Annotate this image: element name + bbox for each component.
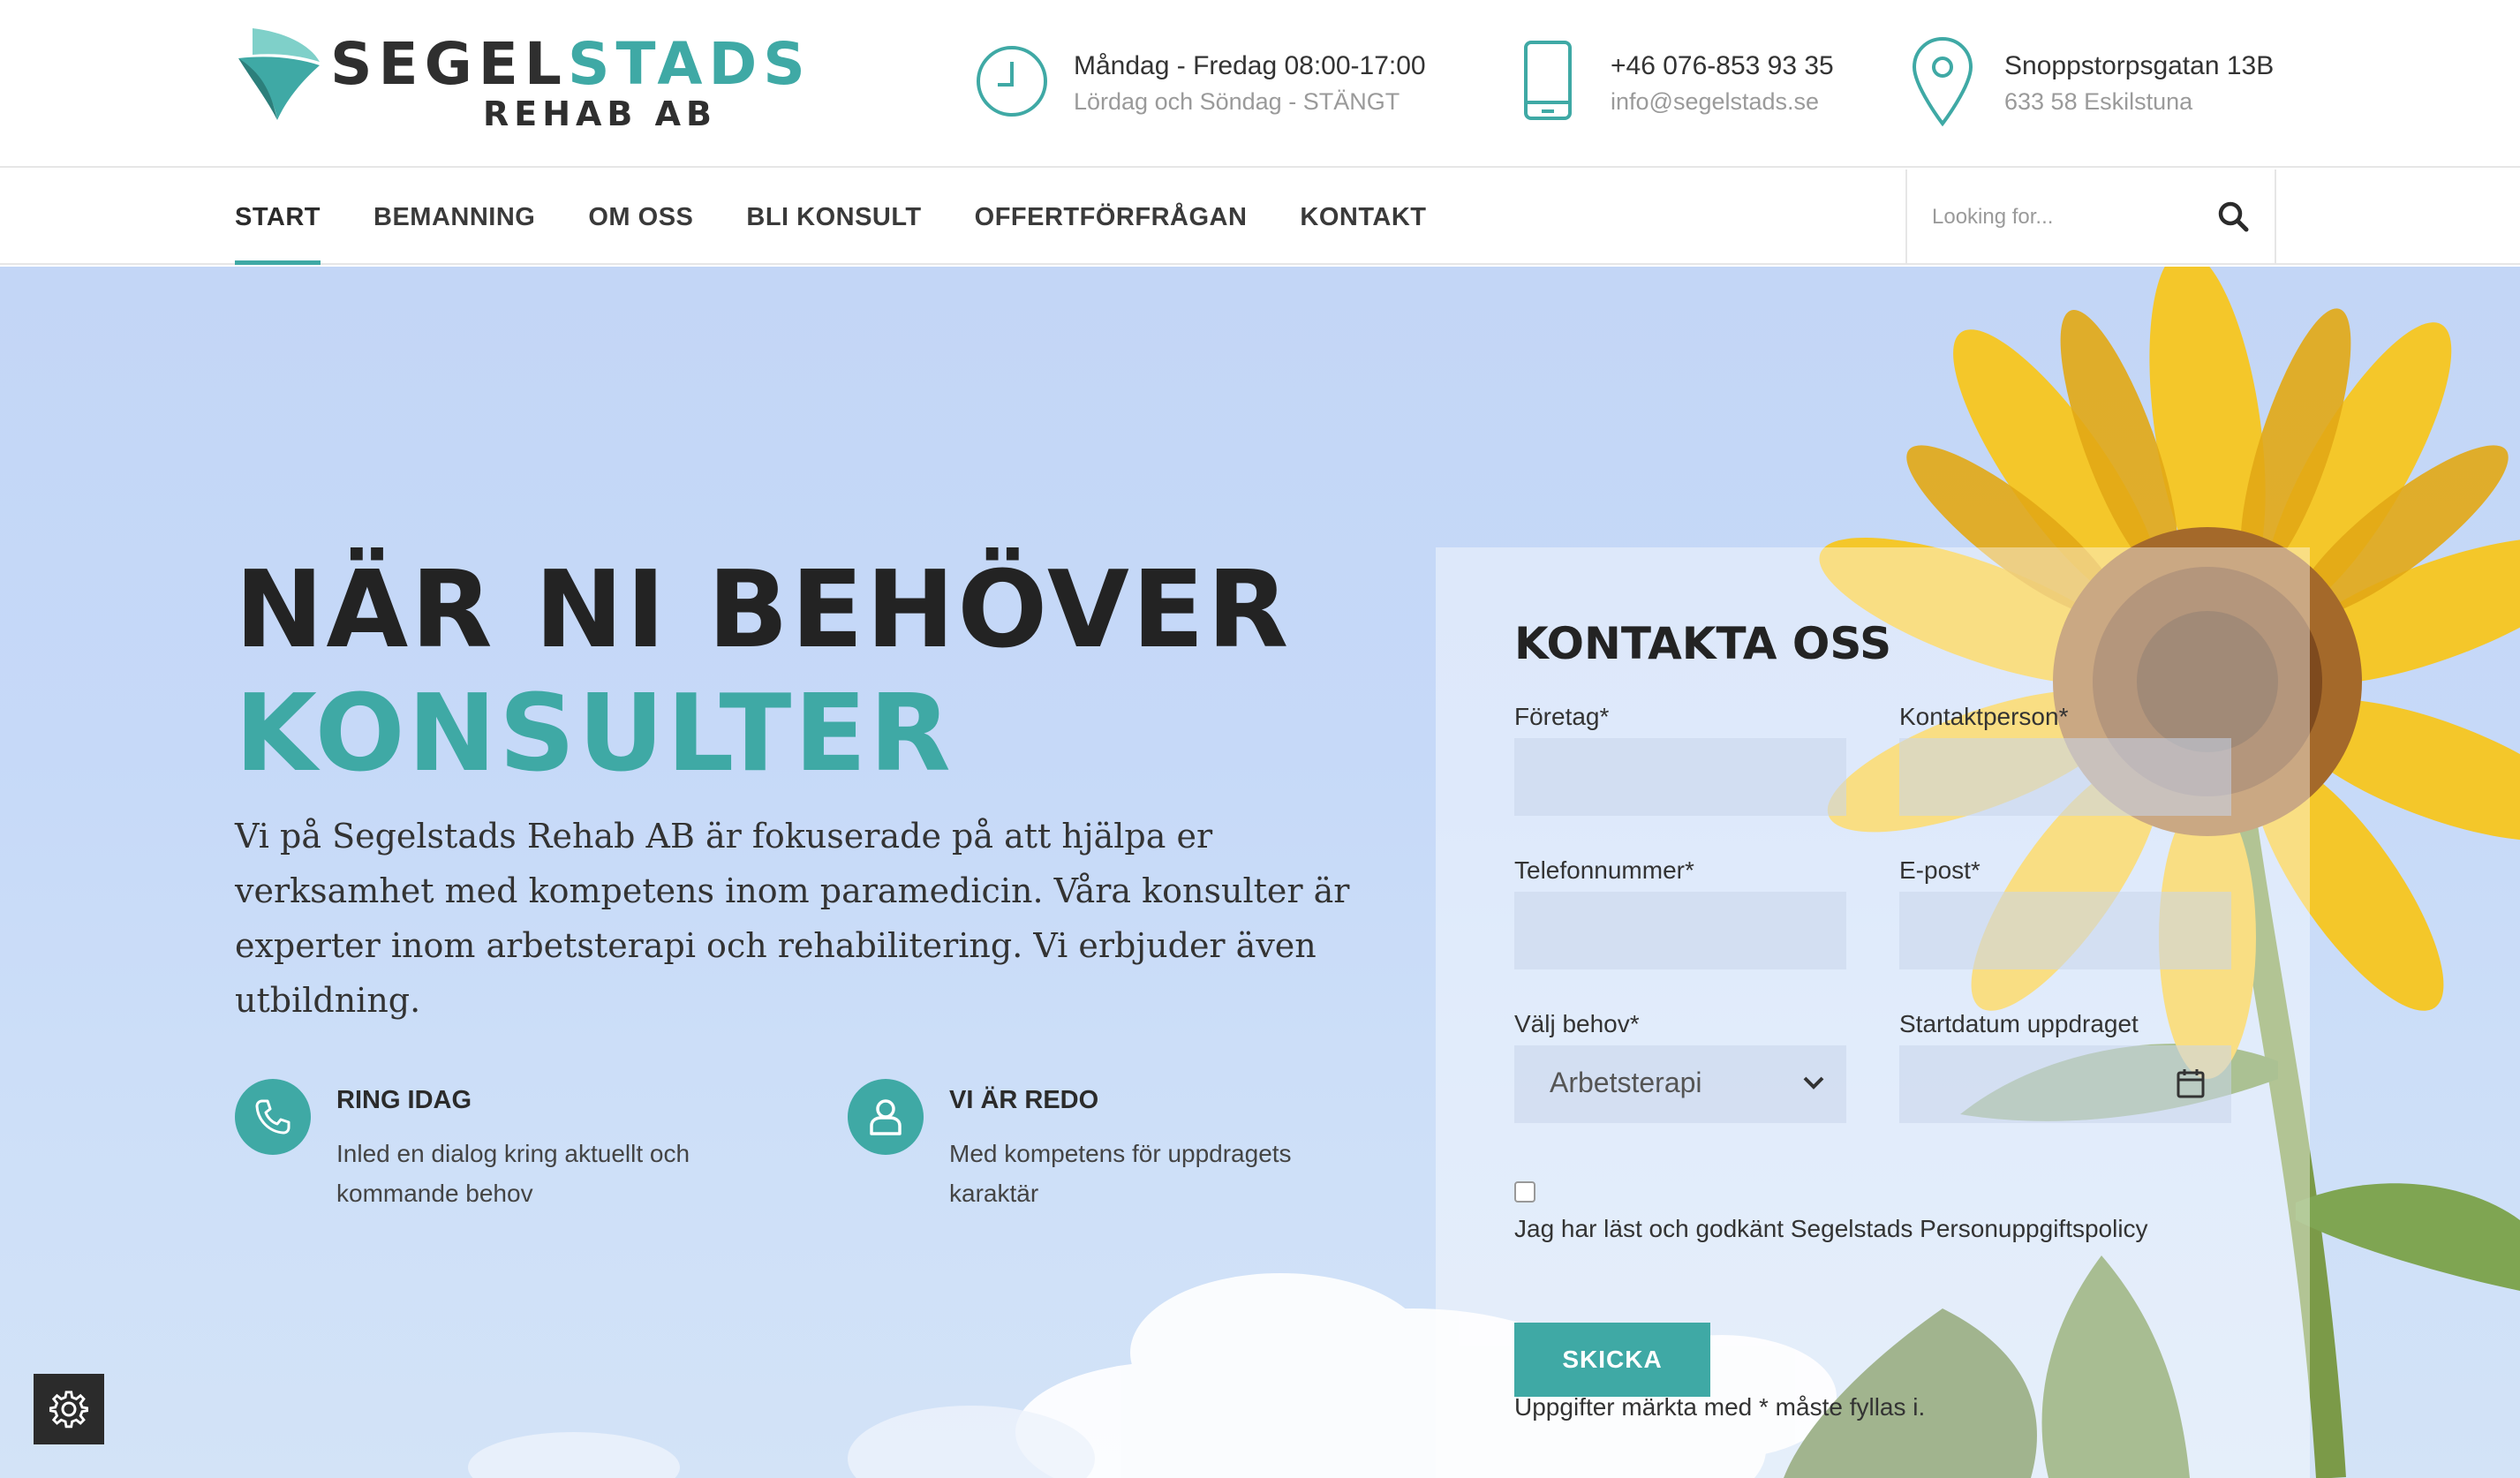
nav-item-offertforfragan[interactable]: OFFERTFÖRFRÅGAN bbox=[975, 170, 1248, 265]
phone-input[interactable] bbox=[1514, 892, 1846, 969]
phone-label: Telefonnummer* bbox=[1514, 856, 1694, 884]
user-icon bbox=[870, 1099, 902, 1135]
phone-icon bbox=[255, 1099, 290, 1135]
need-label: Välj behov* bbox=[1514, 1010, 1640, 1037]
brand-subtitle: REHAB AB bbox=[483, 94, 717, 133]
sail-logo-icon bbox=[238, 28, 320, 120]
chevron-down-icon bbox=[1803, 1076, 1824, 1090]
hours-weekdays: Måndag - Fredag 08:00-17:00 bbox=[1074, 51, 1426, 80]
main-navigation: START BEMANNING OM OSS BLI KONSULT OFFER… bbox=[0, 170, 2520, 265]
start-date-input[interactable] bbox=[1899, 1045, 2231, 1123]
company-label: Företag* bbox=[1514, 703, 1610, 730]
email-label: E-post* bbox=[1899, 856, 1981, 884]
hero-intro-text: Vi på Segelstads Rehab AB är fokuserade … bbox=[235, 817, 1350, 1020]
hours-weekend: Lördag och Söndag - STÄNGT bbox=[1074, 88, 1400, 115]
consent-checkbox[interactable] bbox=[1514, 1181, 1535, 1203]
phone-number[interactable]: +46 076-853 93 35 bbox=[1611, 51, 1834, 81]
feature-text: Med kompetens för uppdragets karaktär bbox=[949, 1140, 1292, 1207]
calendar-icon bbox=[2177, 1069, 2205, 1098]
contact-person-label: Kontaktperson* bbox=[1899, 703, 2069, 730]
street-address: Snoppstorpsgatan 13B bbox=[2004, 51, 2275, 80]
clock-icon bbox=[977, 46, 1047, 117]
postal-address: 633 58 Eskilstuna bbox=[2004, 88, 2193, 115]
phone-icon bbox=[1524, 41, 1572, 120]
brand-name-part1: SEGEL bbox=[330, 30, 568, 98]
map-pin-icon bbox=[1912, 36, 1973, 127]
email-address[interactable]: info@segelstads.se bbox=[1611, 88, 1819, 116]
top-header: SEGELSTADS REHAB AB Måndag - Fredag 08:0… bbox=[0, 0, 2520, 168]
contact-person-input[interactable] bbox=[1899, 738, 2231, 816]
feature-text: Inled en dialog kring aktuellt och komma… bbox=[336, 1140, 690, 1207]
submit-button[interactable]: SKICKA bbox=[1514, 1323, 1710, 1397]
gear-icon bbox=[49, 1391, 88, 1429]
headline-line2: KONSULTER bbox=[235, 673, 954, 796]
brand-name-part2: STADS bbox=[567, 30, 811, 98]
feature-icon-circle bbox=[235, 1079, 311, 1155]
hero-headline: NÄR NI BEHÖVER KONSULTER bbox=[235, 549, 1291, 796]
brand-logo[interactable]: SEGELSTADS REHAB AB bbox=[235, 26, 805, 133]
search-input[interactable] bbox=[1932, 200, 2197, 235]
headline-line1: NÄR NI BEHÖVER bbox=[235, 549, 1292, 672]
feature-ready: VI ÄR REDO Med kompetens för uppdragets … bbox=[848, 1079, 1395, 1238]
required-fields-note: Uppgifter märkta med * måste fyllas i. bbox=[1514, 1393, 1926, 1421]
nav-menu: START BEMANNING OM OSS BLI KONSULT OFFER… bbox=[235, 170, 1480, 265]
need-select-value: Arbetsterapi bbox=[1550, 1067, 1702, 1098]
address-info: Snoppstorpsgatan 13B 633 58 Eskilstuna bbox=[1911, 35, 2299, 132]
nav-item-bli-konsult[interactable]: BLI KONSULT bbox=[746, 170, 921, 265]
consent-label: Jag har läst och godkänt Segelstads Pers… bbox=[1514, 1215, 2148, 1242]
need-select[interactable]: Arbetsterapi bbox=[1514, 1045, 1846, 1123]
brand-name: SEGELSTADS bbox=[330, 35, 811, 94]
search-box bbox=[1905, 170, 2276, 265]
form-title: KONTAKTA OSS bbox=[1514, 618, 1892, 669]
contact-info: +46 076-853 93 35 info@segelstads.se bbox=[1522, 35, 1875, 132]
company-input[interactable] bbox=[1514, 738, 1846, 816]
opening-hours: Måndag - Fredag 08:00-17:00 Lördag och S… bbox=[975, 35, 1469, 132]
nav-item-start[interactable]: START bbox=[235, 170, 321, 265]
nav-item-om-oss[interactable]: OM OSS bbox=[588, 170, 693, 265]
feature-title: VI ÄR REDO bbox=[949, 1086, 1099, 1114]
hero-section: NÄR NI BEHÖVER KONSULTER Vi på Segelstad… bbox=[0, 267, 2520, 1478]
nav-item-bemanning[interactable]: BEMANNING bbox=[373, 170, 535, 265]
settings-button[interactable] bbox=[34, 1374, 104, 1444]
feature-title: RING IDAG bbox=[336, 1086, 472, 1114]
feature-call-today: RING IDAG Inled en dialog kring aktuellt… bbox=[235, 1079, 782, 1238]
nav-item-kontakt[interactable]: KONTAKT bbox=[1300, 170, 1426, 265]
email-input[interactable] bbox=[1899, 892, 2231, 969]
search-icon[interactable] bbox=[2214, 198, 2253, 237]
feature-icon-circle bbox=[848, 1079, 924, 1155]
start-date-label: Startdatum uppdraget bbox=[1899, 1010, 2139, 1037]
